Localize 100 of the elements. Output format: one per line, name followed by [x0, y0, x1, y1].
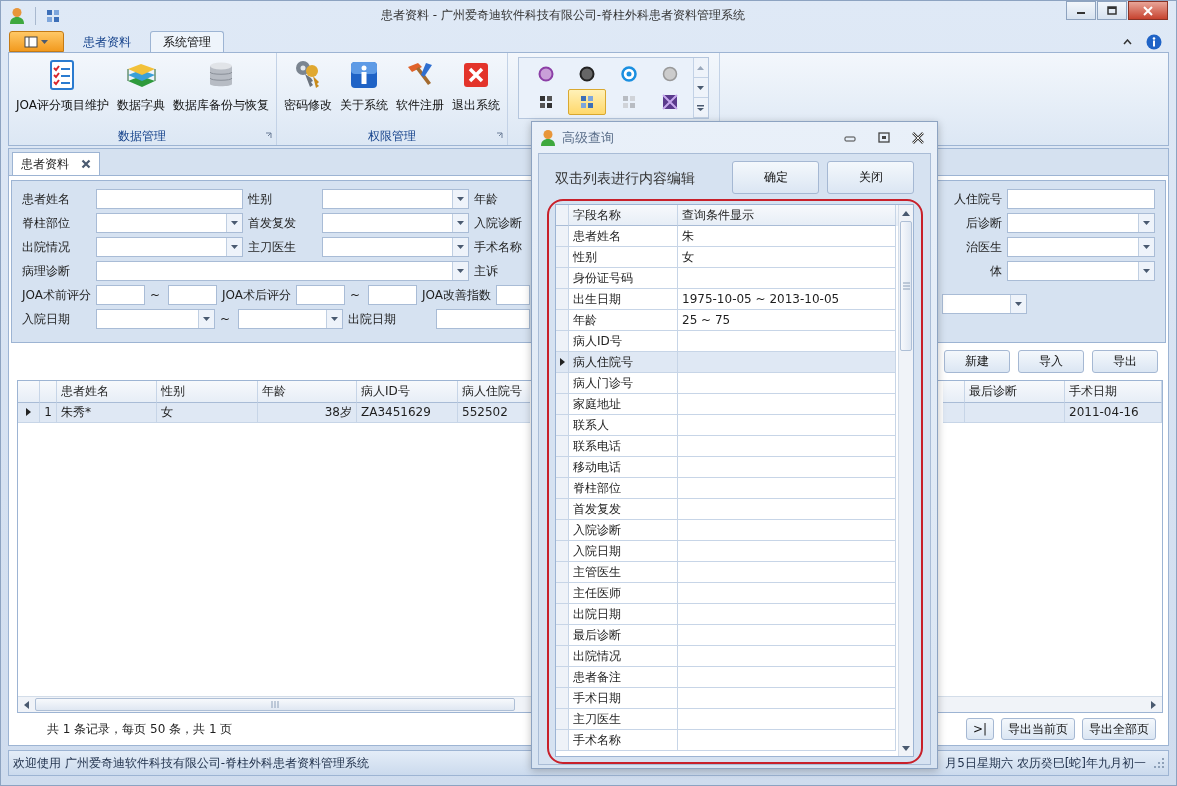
dropdown-field[interactable]: [1007, 237, 1155, 257]
dropdown-field[interactable]: [1007, 261, 1155, 281]
help-icon[interactable]: [1146, 33, 1162, 50]
row-pointer-icon: [26, 408, 31, 417]
table-cell: 女: [157, 402, 258, 423]
launcher-icon[interactable]: [265, 132, 272, 139]
toolbar-button[interactable]: 导入: [1018, 349, 1084, 373]
dropdown-arrow-icon: [456, 244, 465, 250]
ribbon-button[interactable]: 数据字典: [114, 57, 168, 127]
table-cell: 主任医师: [569, 583, 678, 604]
column-header[interactable]: 性别: [157, 380, 258, 403]
field-label: 患者姓名: [22, 190, 71, 208]
table-cell: 38岁: [258, 402, 357, 423]
input-field[interactable]: [436, 309, 530, 329]
dropdown-field[interactable]: [96, 261, 469, 281]
table-cell: 病人门诊号: [569, 373, 678, 394]
row-number: 1: [40, 402, 57, 423]
column-header[interactable]: 查询条件显示: [678, 205, 896, 226]
app-menu-button[interactable]: [9, 31, 64, 52]
close-icon[interactable]: [81, 159, 91, 169]
field-label: 入院日期: [22, 310, 71, 328]
input-field[interactable]: [1007, 189, 1155, 209]
ribbon-button[interactable]: JOA评分项目维护: [13, 57, 112, 127]
column-header[interactable]: 字段名称: [569, 205, 678, 226]
launcher-icon[interactable]: [496, 132, 503, 139]
scroll-thumb[interactable]: [35, 698, 515, 712]
column-header[interactable]: 手术日期: [1065, 380, 1162, 403]
pager-button[interactable]: 导出当前页: [1001, 718, 1075, 741]
ribbon-tab[interactable]: 患者资料: [70, 31, 144, 52]
info-icon: [348, 59, 380, 91]
input-field[interactable]: [296, 285, 345, 305]
dropdown-field[interactable]: [96, 213, 243, 233]
resize-grip-icon: [1154, 758, 1164, 768]
row-header[interactable]: [18, 402, 40, 423]
table-cell: 朱秀*: [57, 402, 157, 423]
field-label: 病理诊断: [22, 262, 71, 280]
ribbon-button[interactable]: 数据库备份与恢复: [170, 57, 272, 127]
collapse-icon[interactable]: [1123, 38, 1132, 45]
field-label: JOA术前评分: [22, 286, 91, 304]
table-cell: 入院日期: [569, 541, 678, 562]
table-cell: 25 ~ 75: [678, 310, 896, 331]
table-cell: 联系电话: [569, 436, 678, 457]
disc-icon: [620, 66, 637, 82]
field-label: 首发复发: [248, 214, 297, 232]
dropdown-arrow-icon: [456, 268, 465, 274]
ribbon-button[interactable]: 关于系统: [337, 57, 391, 127]
field-label: 手术名称: [474, 238, 522, 256]
ribbon-button[interactable]: 软件注册: [393, 57, 447, 127]
input-field[interactable]: [96, 285, 145, 305]
ribbon-tab[interactable]: 系统管理: [150, 31, 224, 52]
disc-icon: [579, 66, 596, 82]
table-cell: 最后诊断: [569, 625, 678, 646]
column-header[interactable]: 最后诊断: [965, 380, 1065, 403]
ribbon-button[interactable]: 退出系统: [449, 57, 503, 127]
dropdown-field[interactable]: [322, 189, 469, 209]
field-label: 主诉: [474, 262, 498, 280]
scroll-thumb[interactable]: [900, 221, 912, 351]
maximize-button[interactable]: [1097, 1, 1127, 20]
input-field[interactable]: [96, 189, 243, 209]
dropdown-field[interactable]: [322, 213, 469, 233]
dialog-button[interactable]: 关闭: [827, 161, 914, 194]
ribbon-button[interactable]: 密码修改: [281, 57, 335, 127]
expand-button[interactable]: [694, 98, 708, 118]
close-button[interactable]: [1128, 1, 1168, 20]
column-header[interactable]: 病人ID号: [357, 380, 458, 403]
dropdown-field[interactable]: [96, 309, 215, 329]
scroll-down-button[interactable]: [694, 78, 708, 98]
table-cell: 患者姓名: [569, 226, 678, 247]
field-label: 年龄: [474, 190, 498, 208]
dialog-button[interactable]: 确定: [732, 161, 819, 194]
field-label: JOA改善指数: [422, 286, 491, 304]
input-field[interactable]: [168, 285, 217, 305]
dropdown-field[interactable]: [322, 237, 469, 257]
tiles-icon[interactable]: [46, 8, 60, 23]
dropdown-field[interactable]: [238, 309, 343, 329]
toolbar-button[interactable]: 新建: [944, 349, 1010, 373]
table-cell: [943, 402, 965, 423]
scroll-right-icon[interactable]: [1151, 700, 1156, 709]
caret-icon: [40, 38, 49, 45]
row-header[interactable]: [556, 352, 569, 373]
input-field[interactable]: [496, 285, 530, 305]
table-cell: 移动电话: [569, 457, 678, 478]
pager-button[interactable]: 导出全部页: [1082, 718, 1156, 741]
caret-down-icon: [696, 84, 706, 91]
column-header[interactable]: 患者姓名: [57, 380, 157, 403]
dropdown-field[interactable]: [96, 237, 243, 257]
column-header[interactable]: 年龄: [258, 380, 357, 403]
scroll-left-icon[interactable]: [24, 700, 29, 709]
input-field[interactable]: [368, 285, 417, 305]
minimize-button[interactable]: [1066, 1, 1096, 20]
dropdown-field[interactable]: [1007, 213, 1155, 233]
header-cell: [40, 380, 57, 403]
pager-button[interactable]: >|: [965, 718, 994, 741]
dropdown-field[interactable]: [942, 293, 1027, 314]
person-icon: [540, 128, 556, 147]
toolbar-button[interactable]: 导出: [1092, 349, 1158, 373]
group-caption: 数据管理: [118, 127, 167, 145]
field-label: 治医生: [965, 238, 1002, 256]
document-tab[interactable]: 患者资料: [12, 152, 100, 175]
scroll-up-icon[interactable]: [902, 210, 910, 216]
